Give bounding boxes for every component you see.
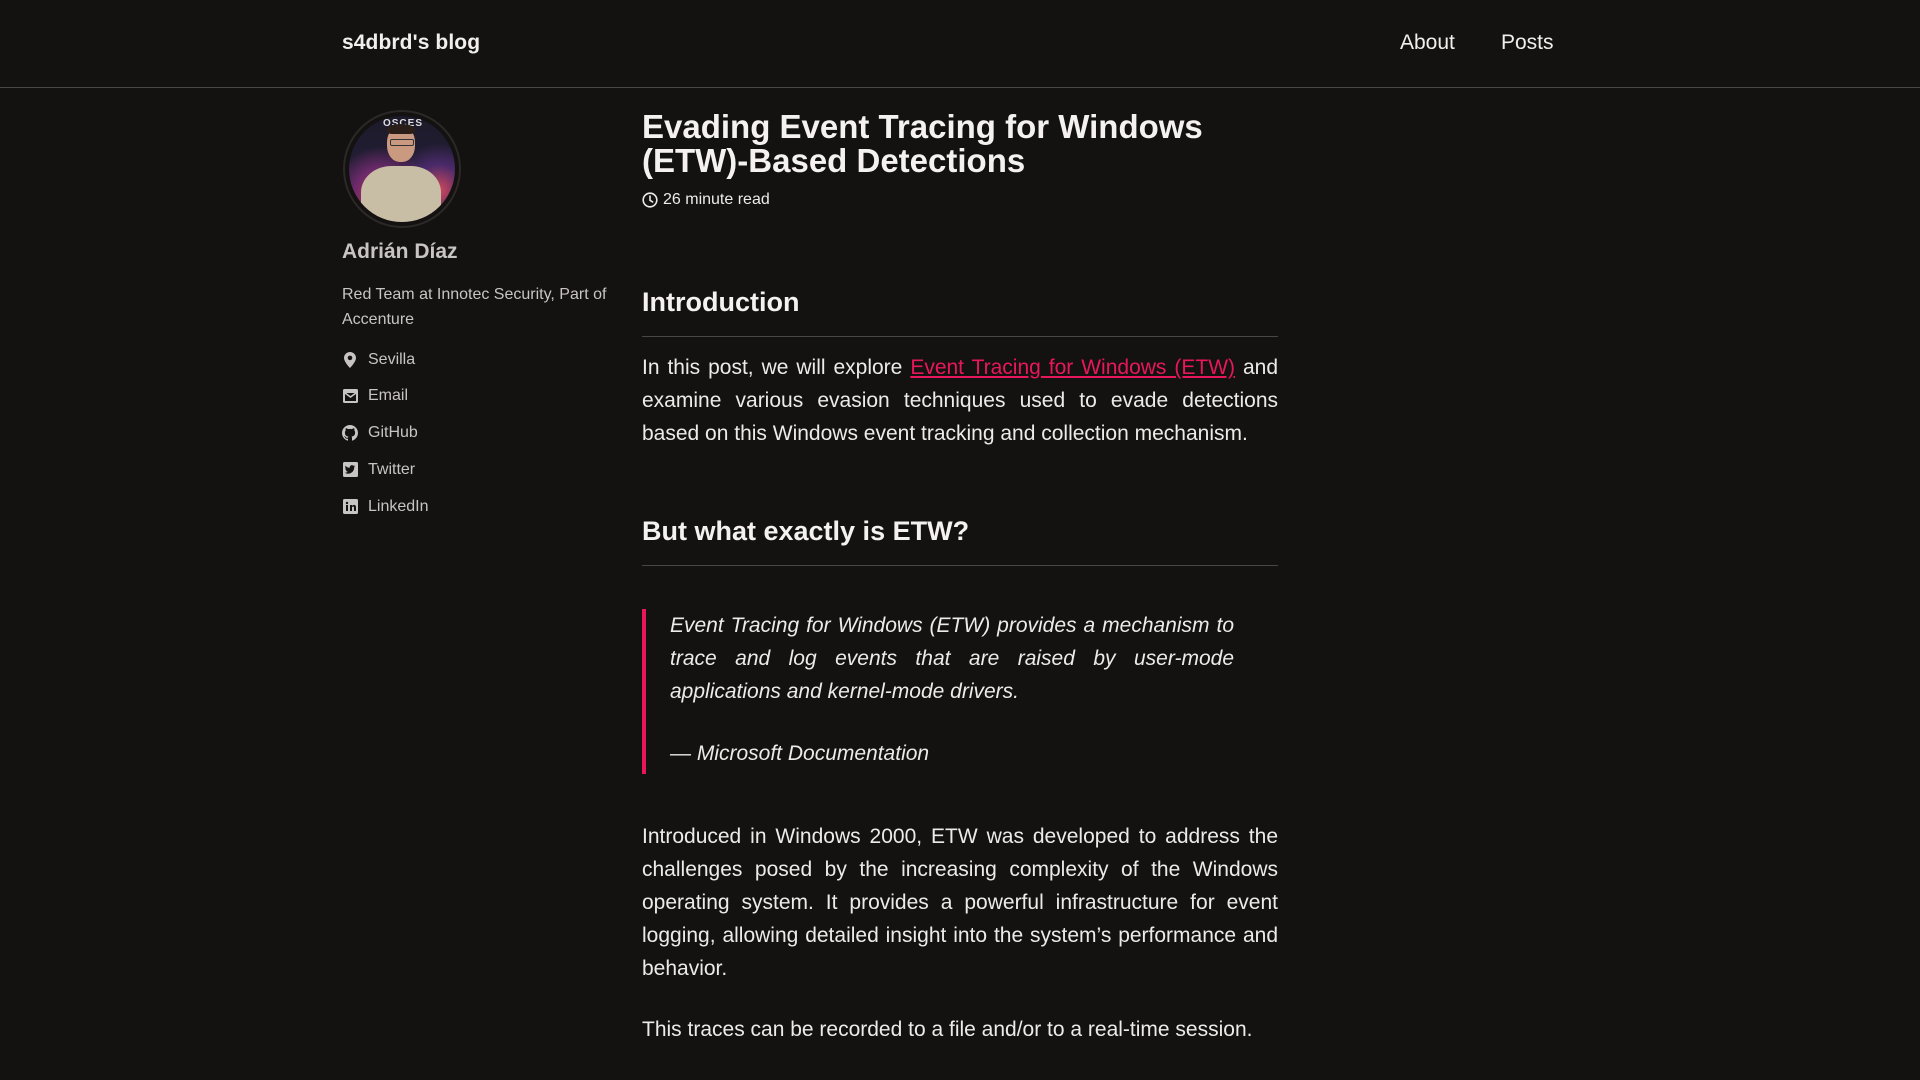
- post-title: Evading Event Tracing for Windows (ETW)-…: [642, 108, 1203, 179]
- etw-history-paragraph: Introduced in Windows 2000, ETW was deve…: [642, 825, 1278, 980]
- nav-posts[interactable]: Posts: [1501, 31, 1554, 55]
- author-link-twitter[interactable]: Twitter: [342, 451, 622, 488]
- author-sidebar: OSCES Adrián Díaz Red Team at Innotec Se…: [342, 110, 622, 541]
- read-time-label: 26 minute read: [663, 191, 770, 208]
- nav-about[interactable]: About: [1400, 31, 1455, 55]
- avatar-hair: [387, 124, 415, 134]
- avatar-glasses: [390, 139, 414, 146]
- section-heading-what-is-etw: But what exactly is ETW?: [642, 516, 1278, 566]
- email-link[interactable]: Email: [368, 387, 408, 405]
- author-bio: Red Team at Innotec Security, Part of Ac…: [342, 286, 607, 328]
- twitter-icon: [342, 462, 358, 478]
- etw-traces-paragraph: This traces can be recorded to a file an…: [642, 1018, 1253, 1041]
- author-link-linkedin[interactable]: LinkedIn: [342, 488, 622, 525]
- email-icon: [342, 388, 358, 404]
- clock-icon: [642, 192, 658, 208]
- github-link[interactable]: GitHub: [368, 424, 418, 442]
- site-title-link[interactable]: s4dbrd's blog: [342, 31, 480, 55]
- github-icon: [342, 424, 358, 441]
- linkedin-link[interactable]: LinkedIn: [368, 498, 429, 516]
- twitter-link[interactable]: Twitter: [368, 461, 415, 479]
- author-name: Adrián Díaz: [342, 240, 458, 263]
- section-heading-introduction: Introduction: [642, 287, 1278, 337]
- read-time: 26 minute read: [642, 191, 1278, 209]
- author-link-location: Sevilla: [342, 343, 622, 377]
- site-header: s4dbrd's blog About Posts: [0, 0, 1920, 88]
- microsoft-quote: Event Tracing for Windows (ETW) provides…: [642, 609, 1278, 774]
- etw-link[interactable]: Event Tracing for Windows (ETW): [910, 356, 1235, 379]
- linkedin-icon: [342, 499, 358, 515]
- intro-text-before-link: In this post, we will explore: [642, 356, 911, 379]
- author-links: Sevilla Email GitHub Twitter LinkedIn: [342, 343, 622, 525]
- avatar-body: [361, 166, 441, 222]
- location-label: Sevilla: [368, 351, 416, 368]
- avatar-photo: OSCES: [349, 116, 455, 222]
- author-avatar: OSCES: [343, 110, 461, 228]
- intro-paragraph: In this post, we will explore Event Trac…: [642, 351, 1278, 450]
- quote-citation: — Microsoft Documentation: [670, 742, 930, 765]
- author-link-email[interactable]: Email: [342, 377, 622, 414]
- quote-text: Event Tracing for Windows (ETW) provides…: [670, 614, 1234, 703]
- author-link-github[interactable]: GitHub: [342, 414, 622, 451]
- post-content: Evading Event Tracing for Windows (ETW)-…: [642, 110, 1278, 1046]
- location-pin-icon: [342, 352, 358, 368]
